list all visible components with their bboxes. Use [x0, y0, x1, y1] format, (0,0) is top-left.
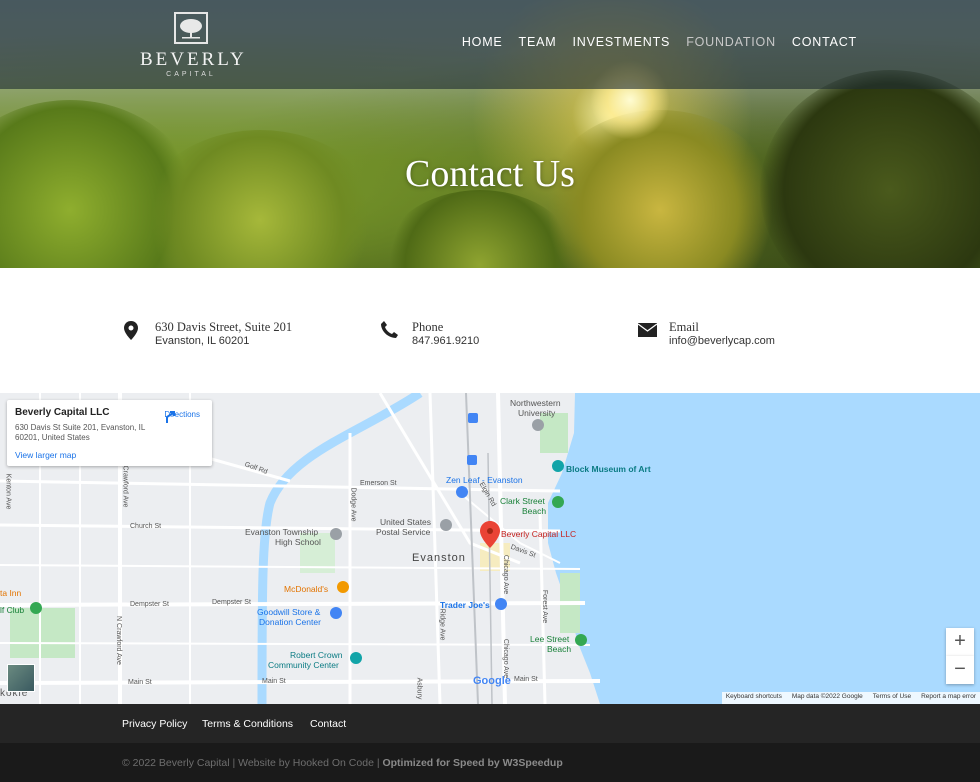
- map-pin-icon: [124, 321, 146, 341]
- nav-investments[interactable]: INVESTMENTS: [572, 35, 670, 49]
- map-label: Main St: [128, 679, 152, 686]
- map-label: ta Inn: [0, 588, 22, 598]
- main-nav: HOME TEAM INVESTMENTS FOUNDATION CONTACT: [446, 35, 857, 49]
- zoom-in-button[interactable]: +: [946, 628, 974, 656]
- phone-label: Phone: [412, 320, 444, 334]
- map-label: Block Museum of Art: [566, 464, 651, 474]
- map-label: Donation Center: [259, 617, 321, 627]
- footer-privacy-link[interactable]: Privacy Policy: [122, 718, 187, 730]
- map-label: Northwestern: [510, 398, 561, 408]
- email-label: Email: [669, 320, 699, 334]
- copyright-text: © 2022 Beverly Capital | Website by Hook…: [122, 757, 383, 769]
- map-label: Main St: [514, 676, 538, 683]
- footer-contact-link[interactable]: Contact: [310, 718, 346, 730]
- map-label: Church St: [130, 523, 162, 530]
- map-data-text: Map data ©2022 Google: [791, 693, 863, 700]
- envelope-icon: [637, 321, 660, 341]
- map-label: Beach: [547, 644, 572, 654]
- phone-block: Phone 847.961.9210: [381, 320, 479, 348]
- optimized-credit[interactable]: Optimized for Speed by W3Speedup: [382, 757, 562, 769]
- tree-logo-icon: [174, 12, 208, 44]
- map-attribution: Keyboard shortcuts Map data ©2022 Google…: [721, 692, 980, 704]
- nav-foundation[interactable]: FOUNDATION: [686, 35, 776, 49]
- nav-team[interactable]: TEAM: [519, 35, 557, 49]
- phone-icon: [381, 321, 403, 341]
- directions-icon: [166, 411, 176, 423]
- map-label: Dodge Ave: [349, 487, 357, 522]
- zoom-out-button[interactable]: −: [946, 656, 974, 684]
- map-label: Clark Street: [500, 496, 545, 506]
- keyboard-shortcuts-link[interactable]: Keyboard shortcuts: [726, 693, 782, 703]
- map-label: Dempster St: [212, 599, 251, 606]
- map-label: McDonald's: [284, 584, 329, 594]
- nav-home[interactable]: HOME: [462, 35, 503, 49]
- map-label: Ridge Ave: [438, 608, 446, 641]
- address-line1: 630 Davis Street, Suite 201: [155, 320, 293, 334]
- map-label: lf Club: [0, 605, 25, 615]
- satellite-toggle[interactable]: [7, 664, 35, 692]
- address-block: 630 Davis Street, Suite 201 Evanston, IL…: [124, 320, 292, 348]
- map-label: United States: [380, 517, 432, 527]
- brand-sub: CAPITAL: [166, 71, 216, 78]
- map-label: N Crawford Ave: [114, 616, 122, 665]
- map-label: University: [518, 408, 556, 418]
- map-label: Asbury: [415, 677, 423, 700]
- map-label: Robert Crown: [290, 650, 343, 660]
- map-label: Lee Street: [530, 634, 570, 644]
- footer-bottom: © 2022 Beverly Capital | Website by Hook…: [0, 743, 980, 782]
- map-label: Chicago Ave: [502, 554, 510, 595]
- footer-terms-link[interactable]: Terms & Conditions: [202, 718, 293, 730]
- map-label: Trader Joe's: [440, 600, 490, 610]
- address-line2: Evanston, IL 60201: [155, 335, 250, 347]
- view-larger-map-link[interactable]: View larger map: [15, 450, 204, 460]
- map-label: Crawford Ave: [121, 465, 129, 508]
- contact-info: 630 Davis Street, Suite 201 Evanston, IL…: [0, 268, 980, 393]
- nav-contact[interactable]: CONTACT: [792, 35, 857, 49]
- map-label: Main St: [262, 678, 286, 685]
- phone-value[interactable]: 847.961.9210: [412, 334, 479, 348]
- email-value[interactable]: info@beverlycap.com: [669, 334, 775, 348]
- google-logo: Google: [473, 675, 511, 687]
- hero-banner: BEVERLY CAPITAL HOME TEAM INVESTMENTS FO…: [0, 0, 980, 268]
- report-error-link[interactable]: Report a map error: [921, 693, 976, 703]
- place-card: Beverly Capital LLC 630 Davis St Suite 2…: [7, 400, 212, 466]
- brand-name: BEVERLY: [140, 49, 247, 70]
- map-label: Dempster St: [130, 601, 169, 608]
- map-label[interactable]: Beverly Capital LLC: [501, 529, 576, 539]
- footer-links: Privacy Policy Terms & Conditions Contac…: [0, 704, 980, 743]
- map-label: Emerson St: [360, 480, 397, 487]
- directions-button[interactable]: Directions: [164, 410, 200, 423]
- map-label: High School: [275, 537, 321, 547]
- brand-logo[interactable]: BEVERLY CAPITAL: [140, 12, 247, 78]
- map-label: Chicago Ave: [502, 638, 510, 679]
- map-label: Postal Service: [376, 527, 431, 537]
- map-label: Kenton Ave: [4, 473, 12, 510]
- map-label: Evanston: [412, 552, 466, 564]
- embedded-map[interactable]: Northwestern University Block Museum of …: [0, 393, 980, 704]
- copyright: © 2022 Beverly Capital | Website by Hook…: [122, 757, 563, 769]
- map-label: Evanston Township: [245, 527, 319, 537]
- terms-of-use-link[interactable]: Terms of Use: [873, 693, 911, 703]
- map-label: Forest Ave: [541, 589, 549, 624]
- email-block: Email info@beverlycap.com: [637, 320, 775, 348]
- map-label: Goodwill Store &: [257, 607, 321, 617]
- map-label: Community Center: [268, 660, 339, 670]
- page-title: Contact Us: [405, 153, 575, 195]
- place-address: 630 Davis St Suite 201, Evanston, IL 602…: [15, 423, 146, 442]
- map-label: Beach: [522, 506, 547, 516]
